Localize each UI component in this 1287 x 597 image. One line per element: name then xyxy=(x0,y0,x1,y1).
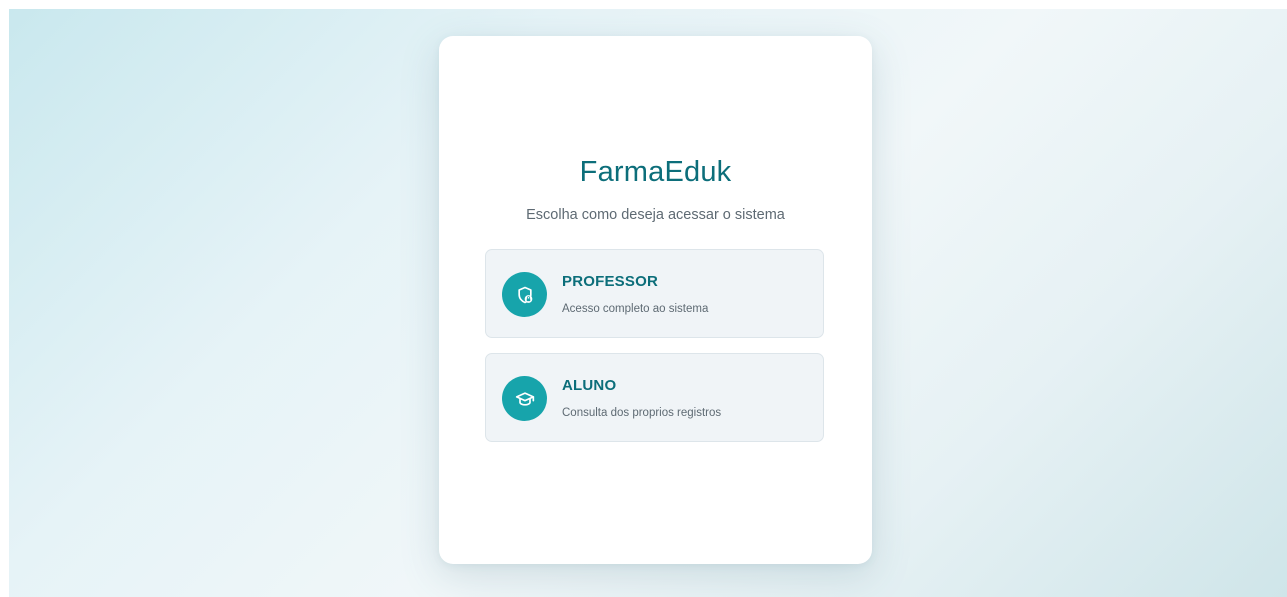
brand-title: FarmaEduk xyxy=(579,156,732,188)
aluno-option-button[interactable]: ALUNO Consulta dos proprios registros xyxy=(485,353,824,442)
professor-icon-badge xyxy=(502,272,547,317)
professor-option-title: PROFESSOR xyxy=(562,273,658,290)
access-card: FarmaEduk Escolha como deseja acessar o … xyxy=(439,36,872,564)
professor-option-button[interactable]: PROFESSOR Acesso completo ao sistema xyxy=(485,249,824,338)
shield-lock-icon xyxy=(517,286,532,303)
professor-option-description: Acesso completo ao sistema xyxy=(562,303,709,315)
aluno-option-title: ALUNO xyxy=(562,377,617,394)
graduation-cap-icon xyxy=(515,391,534,406)
aluno-option-description: Consulta dos proprios registros xyxy=(562,407,722,419)
page-background: FarmaEduk Escolha como deseja acessar o … xyxy=(9,9,1287,597)
aluno-icon-badge xyxy=(502,376,547,421)
access-subtitle: Escolha como deseja acessar o sistema xyxy=(526,207,785,223)
